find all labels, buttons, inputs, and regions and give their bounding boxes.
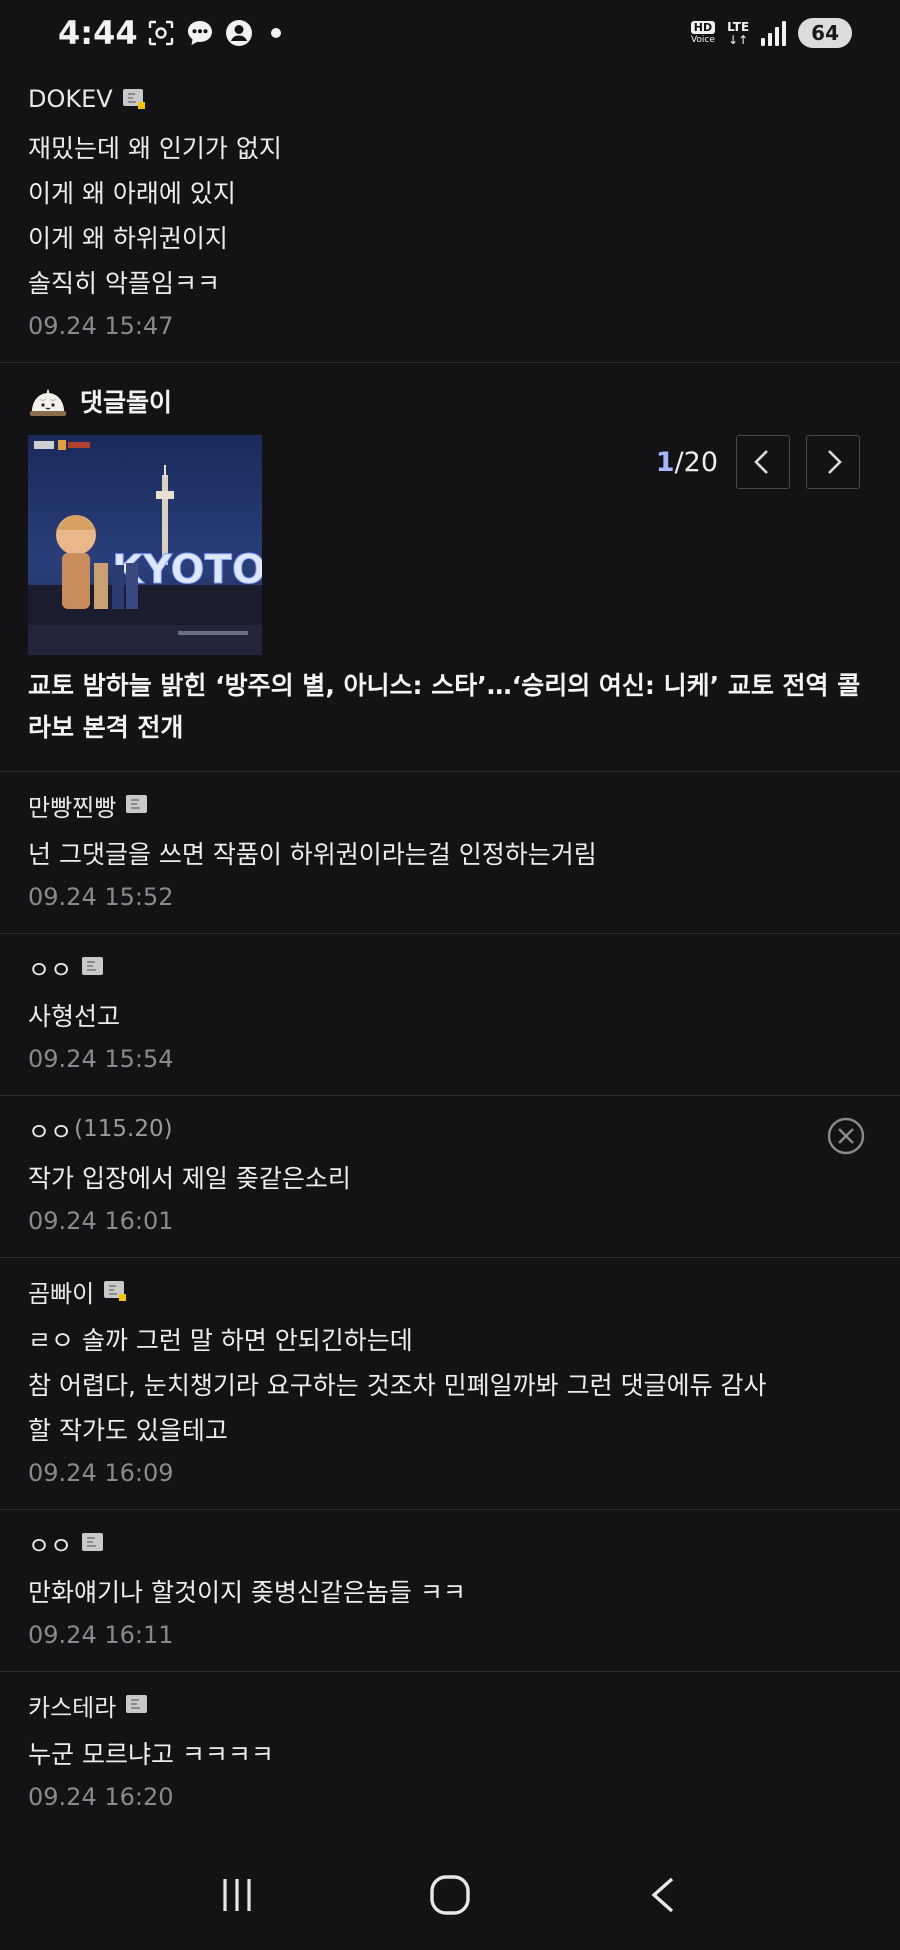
pager-current: 1 bbox=[655, 446, 675, 478]
comment-author[interactable]: ㅇㅇ bbox=[28, 950, 72, 985]
comment-ip: (115.20) bbox=[74, 1116, 173, 1142]
comment-body: 만화얘기나 할것이지 좆병신같은놈들 ㅋㅋ bbox=[28, 1570, 872, 1615]
comment-author[interactable]: DOKEV bbox=[28, 85, 113, 113]
member-badge-icon bbox=[82, 957, 104, 977]
chevron-right-icon bbox=[828, 450, 842, 474]
comment-text-line: 할 작가도 있을테고 bbox=[28, 1416, 228, 1445]
comment-timestamp: 09.24 16:11 bbox=[28, 1621, 174, 1649]
account-icon bbox=[226, 20, 252, 46]
comment-item: 곰빠이 ㄹㅇ 솔까 그런 말 하면 안되긴하는데 참 어렵다, 눈치챙기라 요구… bbox=[0, 1258, 900, 1510]
close-circle-icon bbox=[827, 1117, 865, 1155]
pager-prev-button[interactable] bbox=[736, 435, 790, 489]
bot-news-card: 댓글돌이 KYOTO 1/20 교토 밤하늘 밝힌 ‘방주의 별, 아니스: 스… bbox=[0, 363, 900, 772]
status-notification-icons bbox=[146, 18, 281, 48]
pager-next-button[interactable] bbox=[806, 435, 860, 489]
screenshot-icon bbox=[148, 20, 174, 46]
home-icon bbox=[430, 1875, 470, 1915]
comment-timestamp: 09.24 16:01 bbox=[28, 1207, 174, 1235]
comment-timestamp: 09.24 16:09 bbox=[28, 1459, 174, 1487]
comment-text-line: 사형선고 bbox=[28, 1002, 121, 1031]
comment-body: 누군 모르냐고 ㅋㅋㅋㅋ bbox=[28, 1732, 872, 1777]
signal-strength-icon bbox=[761, 20, 787, 46]
comment-body: 넌 그댓글을 쓰면 작품이 하위권이라는걸 인정하는거림 bbox=[28, 832, 872, 877]
comment-timestamp: 09.24 16:20 bbox=[28, 1783, 174, 1811]
back-icon bbox=[651, 1877, 674, 1913]
comment-header: 카스테라 bbox=[28, 1688, 872, 1722]
comment-text-line: 넌 그댓글을 쓰면 작품이 하위권이라는걸 인정하는거림 bbox=[28, 840, 597, 869]
comment-author[interactable]: ㅇㅇ bbox=[28, 1526, 72, 1561]
news-pager: 1/20 bbox=[656, 435, 860, 489]
recent-apps-icon bbox=[223, 1879, 251, 1911]
notification-dot-icon bbox=[271, 28, 281, 38]
comment-item: ㅇㅇ 만화얘기나 할것이지 좆병신같은놈들 ㅋㅋ 09.24 16:11 bbox=[0, 1510, 900, 1672]
status-bar: 4:44 HD Voice LTE ↓↑ 64 bbox=[0, 0, 900, 66]
comment-body: 사형선고 bbox=[28, 994, 872, 1039]
back-button[interactable] bbox=[633, 1865, 693, 1925]
comment-author[interactable]: ㅇㅇ bbox=[28, 1112, 72, 1147]
news-headline-link[interactable]: 교토 밤하늘 밝힌 ‘방주의 별, 아니스: 스타’…‘승리의 여신: 니케’ … bbox=[28, 665, 872, 749]
dumpling-avatar-icon bbox=[30, 389, 66, 416]
system-navigation-bar bbox=[0, 1840, 900, 1950]
comment-list: DOKEV 재밌는데 왜 인기가 없지 이게 왜 아래에 있지 이게 왜 하위권… bbox=[0, 66, 900, 1833]
status-time: 4:44 bbox=[58, 14, 138, 52]
chat-bubble-icon bbox=[188, 21, 212, 45]
comment-header: DOKEV bbox=[28, 82, 872, 116]
comment-timestamp: 09.24 15:54 bbox=[28, 1045, 174, 1073]
member-badge-icon bbox=[126, 1695, 148, 1715]
comment-author[interactable]: 만빵찐빵 bbox=[28, 788, 116, 823]
comment-item: DOKEV 재밌는데 왜 인기가 없지 이게 왜 아래에 있지 이게 왜 하위권… bbox=[0, 66, 900, 363]
news-thumbnail[interactable]: KYOTO bbox=[28, 435, 262, 655]
hd-voice-icon: HD Voice bbox=[690, 21, 716, 45]
comment-body: 재밌는데 왜 인기가 없지 이게 왜 아래에 있지 이게 왜 하위권이지 솔직히… bbox=[28, 126, 872, 306]
chevron-left-icon bbox=[754, 450, 768, 474]
comment-text-line: 참 어렵다, 눈치챙기라 요구하는 것조차 민폐일까봐 그런 댓글에듀 감사 bbox=[28, 1371, 767, 1400]
comment-text-line: 이게 왜 하위권이지 bbox=[28, 224, 228, 253]
comment-text-line: ㄹㅇ 솔까 그런 말 하면 안되긴하는데 bbox=[28, 1326, 413, 1355]
pager-total: /20 bbox=[674, 446, 718, 478]
bot-header: 댓글돌이 bbox=[28, 379, 872, 423]
comment-author[interactable]: 카스테라 bbox=[28, 1688, 116, 1723]
comment-text-line: 작가 입장에서 제일 좆같은소리 bbox=[28, 1164, 351, 1193]
comment-text-line: 만화얘기나 할것이지 좆병신같은놈들 ㅋㅋ bbox=[28, 1578, 466, 1607]
level-badge-icon bbox=[122, 89, 145, 109]
bot-name: 댓글돌이 bbox=[80, 388, 173, 417]
comment-header: 곰빠이 bbox=[28, 1274, 872, 1308]
comment-item: 만빵찐빵 넌 그댓글을 쓰면 작품이 하위권이라는걸 인정하는거림 09.24 … bbox=[0, 772, 900, 934]
comment-header: ㅇㅇ bbox=[28, 1526, 872, 1560]
comment-author[interactable]: 곰빠이 bbox=[28, 1274, 94, 1309]
status-system-icons: HD Voice LTE ↓↑ 64 bbox=[690, 18, 852, 48]
comment-text-line: 이게 왜 아래에 있지 bbox=[28, 179, 236, 208]
battery-indicator: 64 bbox=[798, 18, 852, 48]
recent-apps-button[interactable] bbox=[207, 1865, 267, 1925]
bot-media-row: KYOTO 1/20 bbox=[28, 435, 872, 657]
comment-timestamp: 09.24 15:47 bbox=[28, 312, 174, 340]
comment-body: 작가 입장에서 제일 좆같은소리 bbox=[28, 1156, 872, 1201]
comment-body: ㄹㅇ 솔까 그런 말 하면 안되긴하는데 참 어렵다, 눈치챙기라 요구하는 것… bbox=[28, 1318, 872, 1453]
comment-header: ㅇㅇ bbox=[28, 950, 872, 984]
level-badge-icon bbox=[104, 1281, 127, 1301]
screen: 4:44 HD Voice LTE ↓↑ 64 DOKEV 재밌는데 왜 인기가… bbox=[0, 0, 900, 1950]
comment-text-line: 재밌는데 왜 인기가 없지 bbox=[28, 134, 282, 163]
delete-comment-button[interactable] bbox=[826, 1116, 866, 1156]
member-badge-icon bbox=[126, 795, 148, 815]
comment-item: ㅇㅇ (115.20) 작가 입장에서 제일 좆같은소리 09.24 16:01 bbox=[0, 1096, 900, 1258]
comment-text-line: 누군 모르냐고 ㅋㅋㅋㅋ bbox=[28, 1740, 274, 1769]
comment-timestamp: 09.24 15:52 bbox=[28, 883, 174, 911]
comment-item: ㅇㅇ 사형선고 09.24 15:54 bbox=[0, 934, 900, 1096]
comment-item: 카스테라 누군 모르냐고 ㅋㅋㅋㅋ 09.24 16:20 bbox=[0, 1672, 900, 1833]
pager-count: 1/20 bbox=[656, 447, 718, 478]
lte-icon: LTE ↓↑ bbox=[727, 19, 750, 47]
comment-text-line: 솔직히 악플임ㅋㅋ bbox=[28, 269, 220, 298]
member-badge-icon bbox=[82, 1533, 104, 1553]
comment-header: 만빵찐빵 bbox=[28, 788, 872, 822]
comment-header: ㅇㅇ (115.20) bbox=[28, 1112, 872, 1146]
home-button[interactable] bbox=[420, 1865, 480, 1925]
